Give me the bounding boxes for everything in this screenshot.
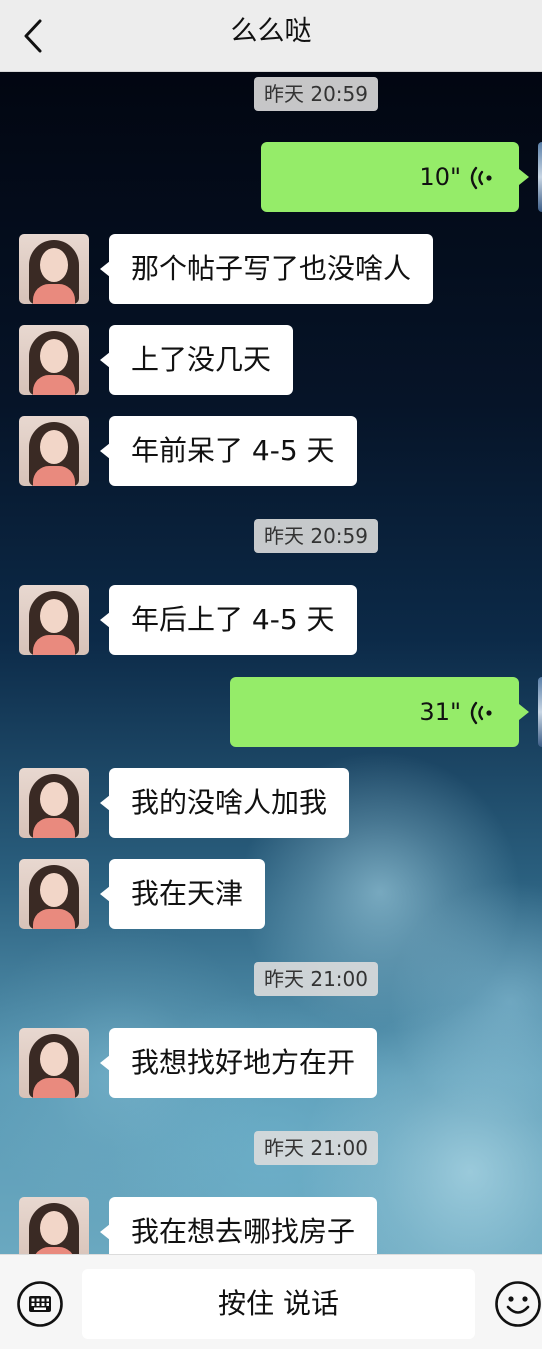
voice-duration: 10" bbox=[419, 163, 461, 191]
hold-to-talk-button[interactable]: 按住 说话 bbox=[82, 1269, 475, 1339]
timestamp: 昨天 20:59 bbox=[254, 519, 378, 553]
voice-duration: 31" bbox=[419, 698, 461, 726]
avatar[interactable] bbox=[19, 416, 89, 486]
voice-wave-icon bbox=[470, 701, 492, 725]
avatar[interactable] bbox=[19, 325, 89, 395]
input-bar: 按住 说话 bbox=[0, 1254, 542, 1349]
message-bubble[interactable]: 年后上了 4-5 天 bbox=[100, 585, 357, 655]
message-bubble[interactable]: 那个帖子写了也没啥人 bbox=[99, 234, 434, 304]
back-button[interactable] bbox=[14, 16, 54, 56]
self-avatar[interactable] bbox=[538, 142, 542, 212]
timestamp: 昨天 21:00 bbox=[254, 1131, 378, 1165]
message-bubble[interactable]: 我的没啥人加我 bbox=[99, 768, 350, 838]
message-bubble[interactable]: 我在天津 bbox=[99, 859, 266, 929]
keyboard-toggle-button[interactable] bbox=[16, 1280, 64, 1328]
chevron-left-icon bbox=[24, 19, 42, 53]
avatar[interactable] bbox=[19, 234, 89, 304]
emoji-icon bbox=[495, 1281, 541, 1327]
timestamp: 昨天 20:59 bbox=[254, 77, 378, 111]
message-bubble[interactable]: 上了没几天 bbox=[99, 325, 294, 395]
emoji-button[interactable] bbox=[494, 1280, 542, 1328]
voice-wave-icon bbox=[470, 166, 492, 190]
voice-message[interactable]: 31" bbox=[230, 677, 529, 747]
avatar[interactable] bbox=[19, 1028, 89, 1098]
chat-title: 么么哒 bbox=[230, 16, 312, 47]
voice-message[interactable]: 10" bbox=[261, 142, 529, 212]
chat-header: 么么哒 bbox=[0, 0, 542, 72]
self-avatar[interactable] bbox=[538, 677, 542, 747]
keyboard-icon bbox=[17, 1281, 63, 1327]
avatar[interactable] bbox=[19, 585, 89, 655]
message-list[interactable]: 昨天 20:59 10" 那个帖子写了也没啥人 上了没几天 年前呆了 4-5 天… bbox=[0, 72, 542, 1254]
timestamp: 昨天 21:00 bbox=[254, 962, 378, 996]
message-bubble[interactable]: 我在想去哪找房子 bbox=[99, 1197, 378, 1254]
avatar[interactable] bbox=[19, 768, 89, 838]
avatar[interactable] bbox=[19, 1197, 89, 1254]
message-bubble[interactable]: 我想找好地方在开 bbox=[99, 1028, 378, 1098]
avatar[interactable] bbox=[19, 859, 89, 929]
message-bubble[interactable]: 年前呆了 4-5 天 bbox=[100, 416, 357, 486]
